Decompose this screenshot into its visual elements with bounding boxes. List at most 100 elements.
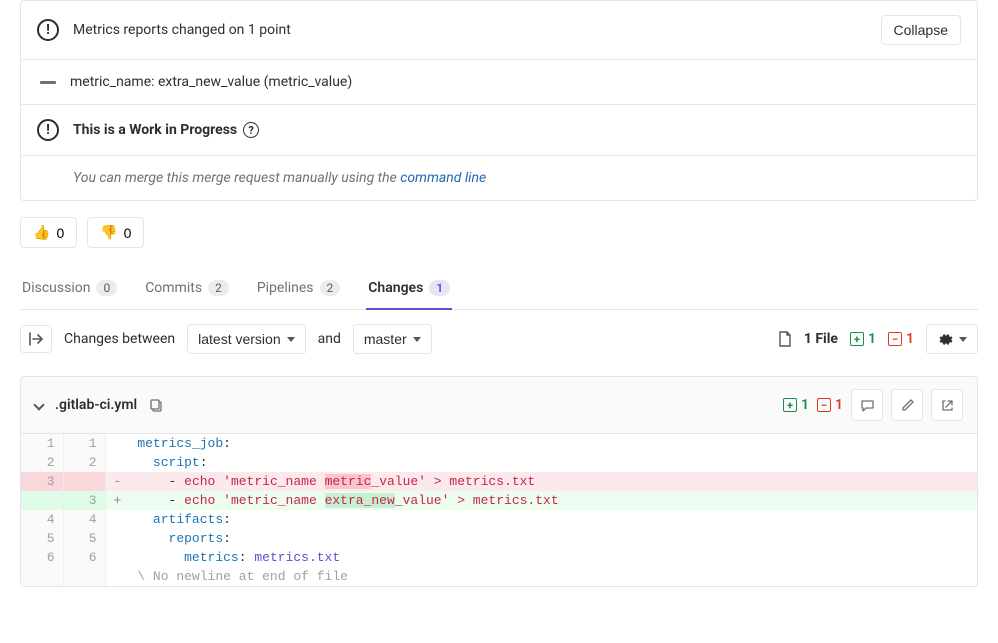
pipelines-count: 2 <box>320 280 341 296</box>
new-line-number[interactable]: 6 <box>63 548 105 567</box>
thumbs-down-button[interactable]: 👎 0 <box>87 217 144 248</box>
diff-line[interactable]: 22 script: <box>21 453 977 472</box>
diff-line[interactable]: 3 - - echo 'metric_name metric_value' > m… <box>21 472 977 491</box>
diff-line[interactable]: 66 metrics: metrics.txt <box>21 548 977 567</box>
diff-code: script: <box>129 453 976 472</box>
comment-icon <box>860 398 875 413</box>
thumbs-down-count: 0 <box>124 225 132 241</box>
diff-line[interactable]: 55 reports: <box>21 529 977 548</box>
new-line-number[interactable]: 3 <box>63 491 105 510</box>
diff-code: metrics: metrics.txt <box>129 548 976 567</box>
and-label: and <box>318 331 341 347</box>
no-newline-marker: \ No newline at end of file <box>21 567 977 586</box>
old-line-number[interactable]: 3 <box>21 472 63 491</box>
metrics-detail-row: metric_name: extra_new_value (metric_val… <box>21 60 977 105</box>
thumbs-up-count: 0 <box>56 225 64 241</box>
help-icon[interactable]: ? <box>243 122 259 138</box>
diff-line[interactable]: 44 artifacts: <box>21 510 977 529</box>
metrics-title: Metrics reports changed on 1 point <box>73 22 291 38</box>
diff-code: - echo 'metric_name metric_value' > metr… <box>129 472 976 491</box>
diff-file-panel: .gitlab-ci.yml + 1 − 1 <box>20 376 978 587</box>
file-icon <box>778 331 792 347</box>
diff-sign: + <box>105 491 129 510</box>
alert-icon: ! <box>37 19 59 41</box>
chevron-down-icon <box>287 337 295 342</box>
metrics-report-panel: ! Metrics reports changed on 1 point Col… <box>20 0 978 201</box>
discussion-count: 0 <box>96 280 117 296</box>
changes-count: 1 <box>429 280 450 296</box>
new-line-number[interactable]: 2 <box>63 453 105 472</box>
diff-sign <box>105 548 129 567</box>
file-count: 1 File <box>804 331 838 347</box>
pencil-icon <box>900 398 915 413</box>
tab-pipelines[interactable]: Pipelines 2 <box>255 268 342 310</box>
target-dropdown[interactable]: master <box>353 324 432 354</box>
chevron-down-icon <box>959 337 967 342</box>
diff-sign <box>105 434 129 453</box>
chevron-down-icon <box>33 399 44 410</box>
file-deletions: − 1 <box>817 397 843 413</box>
diff-code: reports: <box>129 529 976 548</box>
external-link-icon <box>940 398 955 413</box>
total-deletions: − 1 <box>888 331 914 347</box>
old-line-number[interactable] <box>21 491 63 510</box>
plus-icon: + <box>783 398 797 412</box>
total-additions: + 1 <box>850 331 876 347</box>
file-name: .gitlab-ci.yml <box>55 397 137 413</box>
diff-code: - echo 'metric_name extra_new_value' > m… <box>129 491 976 510</box>
tab-discussion[interactable]: Discussion 0 <box>20 268 119 310</box>
new-line-number[interactable] <box>63 472 105 491</box>
neutral-icon <box>40 81 56 84</box>
file-additions: + 1 <box>783 397 809 413</box>
metrics-header-row: ! Metrics reports changed on 1 point Col… <box>21 1 977 60</box>
old-line-number[interactable]: 5 <box>21 529 63 548</box>
diff-line[interactable]: 11 metrics_job: <box>21 434 977 453</box>
expand-sidebar-button[interactable] <box>20 325 52 353</box>
diff-code: metrics_job: <box>129 434 976 453</box>
plus-icon: + <box>850 332 864 346</box>
wip-row: ! This is a Work in Progress ? <box>21 105 977 156</box>
tab-changes[interactable]: Changes 1 <box>366 268 452 310</box>
thumbs-up-button[interactable]: 👍 0 <box>20 217 77 248</box>
merge-hint-text: You can merge this merge request manuall… <box>73 170 486 186</box>
thumbs-up-icon: 👍 <box>33 224 50 241</box>
version-dropdown[interactable]: latest version <box>187 324 305 354</box>
chevron-down-icon <box>413 337 421 342</box>
diff-sign <box>105 510 129 529</box>
collapse-button[interactable]: Collapse <box>881 15 961 45</box>
new-line-number[interactable]: 5 <box>63 529 105 548</box>
gear-icon <box>937 331 953 347</box>
minus-icon: − <box>888 332 902 346</box>
diff-sign <box>105 529 129 548</box>
mr-tabs: Discussion 0 Commits 2 Pipelines 2 Chang… <box>20 268 978 310</box>
expand-icon <box>29 332 43 346</box>
tab-commits[interactable]: Commits 2 <box>143 268 231 310</box>
reactions-bar: 👍 0 👎 0 <box>20 217 978 248</box>
commits-count: 2 <box>208 280 229 296</box>
alert-icon: ! <box>37 119 59 141</box>
settings-dropdown[interactable] <box>926 324 978 354</box>
changes-toolbar: Changes between latest version and maste… <box>20 310 978 368</box>
thumbs-down-icon: 👎 <box>100 224 117 241</box>
diff-sign <box>105 453 129 472</box>
metric-line: metric_name: extra_new_value (metric_val… <box>70 74 352 90</box>
diff-sign: - <box>105 472 129 491</box>
old-line-number[interactable]: 6 <box>21 548 63 567</box>
edit-file-button[interactable] <box>891 389 923 421</box>
diff-file-header: .gitlab-ci.yml + 1 − 1 <box>21 377 977 434</box>
copy-path-button[interactable] <box>149 398 164 413</box>
old-line-number[interactable]: 4 <box>21 510 63 529</box>
minus-icon: − <box>817 398 831 412</box>
new-line-number[interactable]: 4 <box>63 510 105 529</box>
diff-table: 11metrics_job:22 script:3- - echo 'metri… <box>21 434 977 586</box>
view-file-button[interactable] <box>931 389 963 421</box>
diff-line[interactable]: 3+ - echo 'metric_name extra_new_value' … <box>21 491 977 510</box>
old-line-number[interactable]: 2 <box>21 453 63 472</box>
old-line-number[interactable]: 1 <box>21 434 63 453</box>
collapse-file-button[interactable] <box>35 397 43 413</box>
new-line-number[interactable]: 1 <box>63 434 105 453</box>
changes-between-label: Changes between <box>64 331 175 347</box>
merge-hint-row: You can merge this merge request manuall… <box>21 156 977 200</box>
toggle-comments-button[interactable] <box>851 389 883 421</box>
command-line-link[interactable]: command line <box>400 170 486 186</box>
